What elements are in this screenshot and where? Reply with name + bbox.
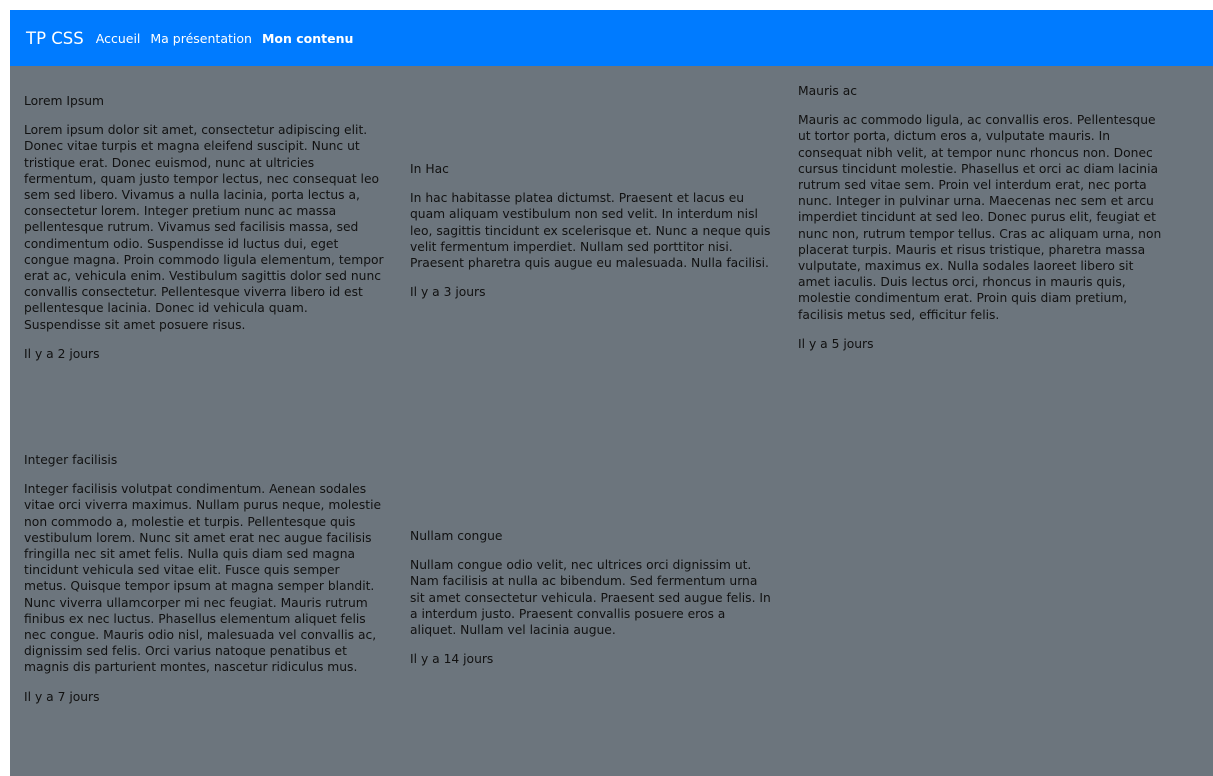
- nav-link-accueil[interactable]: Accueil: [96, 31, 141, 46]
- content-card: Nullam congue Nullam congue odio velit, …: [410, 528, 772, 667]
- card-date: Il y a 2 jours: [24, 346, 100, 361]
- card-date: Il y a 5 jours: [798, 336, 874, 351]
- card-title: In Hac: [410, 162, 449, 176]
- nav-link-mon-contenu[interactable]: Mon contenu: [262, 31, 353, 46]
- card-text: Nullam congue odio velit, nec ultrices o…: [410, 558, 771, 638]
- card-title: Nullam congue: [410, 529, 503, 543]
- card-date: Il y a 14 jours: [410, 652, 494, 667]
- card-date: Il y a 7 jours: [24, 689, 100, 704]
- card-text: Mauris ac commodo ligula, ac convallis e…: [798, 113, 1162, 322]
- content-card: Lorem Ipsum Lorem ipsum dolor sit amet, …: [24, 93, 384, 362]
- card-date: Il y a 3 jours: [410, 285, 486, 300]
- card-text: In hac habitasse platea dictumst. Praese…: [410, 191, 771, 271]
- card-title: Mauris ac: [798, 84, 858, 98]
- card-text: Lorem ipsum dolor sit amet, consectetur …: [24, 123, 384, 332]
- nav-link-ma-presentation[interactable]: Ma présentation: [150, 31, 252, 46]
- card-text: Integer facilisis volutpat condimentum. …: [24, 482, 382, 675]
- content-card: Integer facilisis Integer facilisis volu…: [24, 452, 384, 705]
- page: TP CSS Accueil Ma présentation Mon conte…: [10, 10, 1213, 776]
- navbar-brand[interactable]: TP CSS: [26, 29, 84, 48]
- content-card: Mauris ac Mauris ac commodo ligula, ac c…: [798, 83, 1162, 352]
- card-title: Integer facilisis: [24, 453, 118, 467]
- content-card: In Hac In hac habitasse platea dictumst.…: [410, 161, 772, 300]
- navbar: TP CSS Accueil Ma présentation Mon conte…: [10, 10, 1213, 66]
- card-title: Lorem Ipsum: [24, 94, 105, 108]
